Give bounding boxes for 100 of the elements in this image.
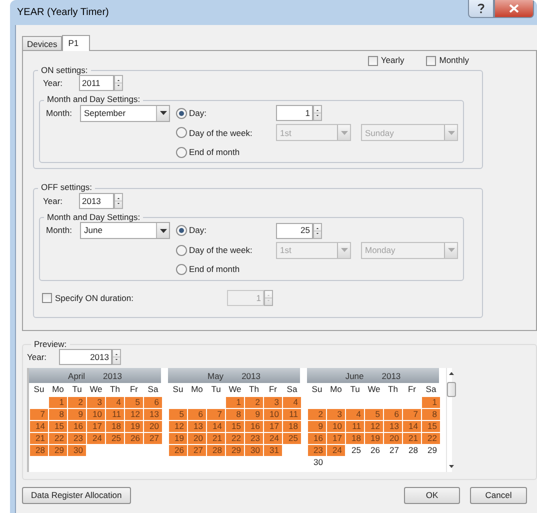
calendar-day[interactable]: 25	[346, 445, 364, 456]
calendar-day[interactable]: 22	[422, 433, 440, 444]
day-field[interactable]: 25	[276, 222, 313, 239]
calendar-day[interactable]: 8	[422, 409, 440, 420]
calendar-day[interactable]: 25	[283, 433, 301, 444]
checkbox[interactable]	[368, 56, 378, 66]
calendar-day[interactable]: 28	[30, 445, 48, 456]
button[interactable]: Data Register Allocation	[22, 487, 131, 504]
calendar-day[interactable]: 9	[68, 409, 86, 420]
spin-arrows-icon[interactable]	[313, 222, 322, 239]
calendar-day[interactable]: 13	[384, 421, 402, 432]
calendar-day[interactable]: 17	[264, 421, 282, 432]
day-field[interactable]: 1	[276, 105, 313, 122]
radio-button[interactable]	[176, 127, 187, 138]
spin-arrows-icon[interactable]	[313, 105, 322, 122]
year-field[interactable]: 2013	[79, 192, 114, 209]
calendar-day[interactable]: 16	[68, 421, 86, 432]
radio-button[interactable]	[176, 146, 187, 158]
calendar-day[interactable]: 23	[245, 433, 263, 444]
calendar-day[interactable]: 21	[403, 433, 421, 444]
spin-arrows-icon[interactable]	[114, 192, 123, 209]
calendar-day[interactable]: 28	[403, 445, 421, 456]
calendar-day[interactable]: 5	[169, 409, 187, 420]
calendar-day[interactable]: 7	[30, 409, 48, 420]
calendar-day[interactable]: 24	[264, 433, 282, 444]
calendar-day[interactable]: 28	[207, 445, 225, 456]
calendar-day[interactable]: 12	[169, 421, 187, 432]
calendar-day[interactable]: 5	[365, 409, 383, 420]
calendar-day[interactable]: 20	[144, 421, 162, 432]
calendar-day[interactable]: 18	[106, 421, 124, 432]
calendar-day[interactable]: 4	[283, 397, 301, 408]
button[interactable]: OK	[404, 487, 460, 504]
calendar-day[interactable]: 3	[87, 397, 105, 408]
calendar-day[interactable]: 14	[30, 421, 48, 432]
calendar-day[interactable]: 29	[422, 445, 440, 456]
calendar-day[interactable]: 2	[68, 397, 86, 408]
checkbox[interactable]	[426, 56, 436, 66]
scrollbar[interactable]	[446, 368, 456, 472]
calendar-day[interactable]: 1	[49, 397, 67, 408]
dropdown[interactable]: September	[80, 104, 170, 122]
calendar-day[interactable]: 6	[144, 397, 162, 408]
calendar-day[interactable]: 26	[169, 445, 187, 456]
calendar-day[interactable]: 20	[384, 433, 402, 444]
dropdown[interactable]: June	[80, 222, 170, 240]
calendar-day[interactable]: 1	[422, 397, 440, 408]
calendar-day[interactable]: 27	[384, 445, 402, 456]
calendar-day[interactable]: 26	[365, 445, 383, 456]
calendar-day[interactable]: 29	[226, 445, 244, 456]
calendar-day[interactable]: 6	[384, 409, 402, 420]
calendar-day[interactable]: 31	[264, 445, 282, 456]
calendar-day[interactable]: 3	[264, 397, 282, 408]
button[interactable]: Cancel	[470, 487, 527, 504]
calendar-day[interactable]: 17	[87, 421, 105, 432]
calendar-day[interactable]: 27	[144, 433, 162, 444]
calendar-day[interactable]: 30	[308, 457, 326, 468]
calendar-day[interactable]: 12	[365, 421, 383, 432]
spin-arrows-icon[interactable]	[112, 349, 121, 366]
scroll-up-icon[interactable]	[449, 372, 454, 376]
calendar-day[interactable]: 21	[207, 433, 225, 444]
scroll-down-icon[interactable]	[449, 465, 454, 468]
calendar-day[interactable]: 18	[346, 433, 364, 444]
calendar-day[interactable]: 19	[125, 421, 143, 432]
calendar-day[interactable]: 15	[422, 421, 440, 432]
calendar-day[interactable]: 12	[125, 409, 143, 420]
radio-button[interactable]	[176, 108, 187, 119]
calendar-day[interactable]: 22	[49, 433, 67, 444]
calendar-day[interactable]: 23	[308, 445, 326, 456]
calendar-day[interactable]: 20	[188, 433, 206, 444]
calendar-day[interactable]: 17	[327, 433, 345, 444]
calendar-day[interactable]: 9	[308, 421, 326, 432]
calendar-day[interactable]: 30	[68, 445, 86, 456]
close-button[interactable]	[494, 0, 534, 18]
calendar-day[interactable]: 11	[346, 421, 364, 432]
year-field[interactable]: 2011	[79, 75, 114, 92]
calendar-day[interactable]: 10	[87, 409, 105, 420]
calendar-day[interactable]: 7	[403, 409, 421, 420]
radio-button[interactable]	[176, 244, 187, 256]
calendar-day[interactable]: 25	[106, 433, 124, 444]
calendar-day[interactable]: 13	[188, 421, 206, 432]
calendar-day[interactable]: 14	[403, 421, 421, 432]
year-field[interactable]: 2013	[59, 349, 112, 366]
calendar-day[interactable]: 15	[226, 421, 244, 432]
calendar-day[interactable]: 2	[245, 397, 263, 408]
calendar-day[interactable]: 22	[226, 433, 244, 444]
scrollbar-thumb[interactable]	[447, 382, 456, 398]
calendar-day[interactable]: 30	[245, 445, 263, 456]
calendar-day[interactable]: 4	[106, 397, 124, 408]
calendar-day[interactable]: 29	[49, 445, 67, 456]
calendar-day[interactable]: 24	[327, 445, 345, 456]
calendar-day[interactable]: 3	[327, 409, 345, 420]
calendar-day[interactable]: 7	[207, 409, 225, 420]
tab[interactable]: P1	[62, 35, 90, 51]
calendar-day[interactable]: 5	[125, 397, 143, 408]
calendar-day[interactable]: 13	[144, 409, 162, 420]
calendar-day[interactable]: 11	[283, 409, 301, 420]
radio-button[interactable]	[176, 225, 187, 236]
calendar-day[interactable]: 19	[169, 433, 187, 444]
calendar-day[interactable]: 2	[308, 409, 326, 420]
radio-button[interactable]	[176, 264, 187, 276]
calendar-day[interactable]: 18	[283, 421, 301, 432]
